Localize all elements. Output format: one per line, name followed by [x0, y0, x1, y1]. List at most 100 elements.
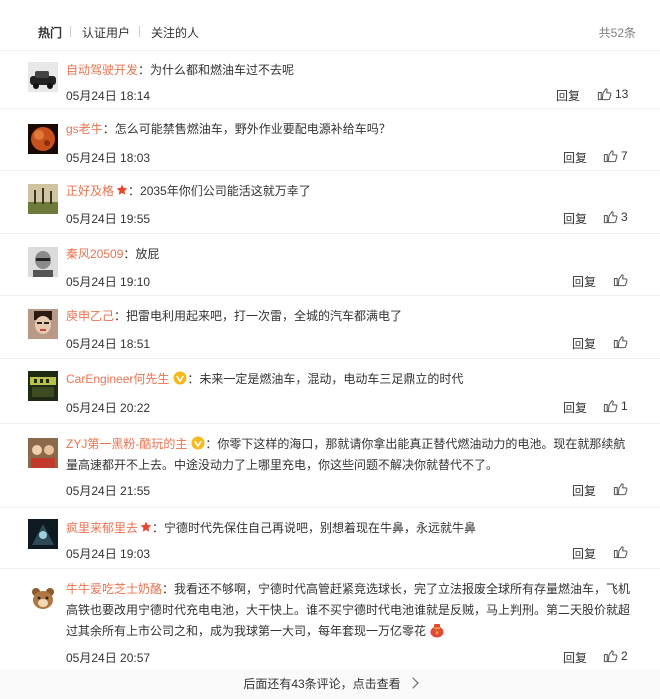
reply-button[interactable]: 回复	[563, 399, 587, 416]
like-count: 2	[621, 648, 628, 663]
tab-divider	[70, 26, 71, 37]
comment-time: 05月24日 19:03	[66, 547, 151, 561]
like-button[interactable]: 1	[603, 398, 628, 413]
comment-text: 2035年你们公司能活这就万幸了	[140, 184, 311, 198]
username[interactable]: 自动驾驶开发	[66, 63, 138, 77]
like-button[interactable]: 2	[603, 648, 628, 663]
like-count: 13	[615, 86, 629, 101]
comment-body: 疯里来郁里去 ：宁德时代先保住自己再说吧，别想着现在牛鼻，永远就牛鼻	[66, 518, 634, 539]
comment-body: 牛牛爱吃芝士奶酪：我看还不够啊，宁德时代高管赶紧竞选球长，完了立法报废全球所有存…	[66, 579, 634, 642]
username[interactable]: gs老牛	[66, 122, 103, 136]
comment-text: 放屁	[135, 247, 160, 261]
load-more-comments-button[interactable]: 后面还有43条评论，点击查看	[0, 670, 660, 699]
colon: ：	[123, 247, 136, 261]
like-button[interactable]: 13	[597, 86, 628, 101]
comment-text: 为什么都和燃油车过不去呢	[150, 63, 295, 77]
reply-button[interactable]: 回复	[572, 273, 596, 290]
thumbs-up-icon	[603, 400, 618, 413]
svg-text:¥: ¥	[435, 630, 439, 637]
like-count: 7	[621, 148, 628, 163]
comment-time: 05月24日 19:55	[66, 212, 151, 226]
comment-item: 庾申乙己：把雷电利用起来吧，打一次雷，全城的汽车都满电了 05月24日 18:5…	[0, 296, 660, 359]
reply-button[interactable]: 回复	[556, 87, 580, 104]
comment-list: 自动驾驶开发：为什么都和燃油车过不去呢 05月24日 18:14 回复 13 g…	[0, 50, 660, 674]
thumbs-up-icon	[603, 650, 618, 663]
username[interactable]: 秦风20509	[66, 247, 123, 261]
avatar[interactable]	[28, 124, 58, 154]
like-button[interactable]: 7	[603, 148, 628, 163]
load-more-label: 后面还有43条评论，点击查看	[243, 677, 401, 691]
thumbs-up-icon	[613, 483, 628, 496]
chevron-right-icon	[407, 677, 419, 689]
star-badge-icon	[140, 521, 152, 532]
reply-button[interactable]: 回复	[563, 149, 587, 166]
username[interactable]: CarEngineer何先生	[66, 372, 169, 386]
avatar[interactable]	[28, 371, 58, 401]
avatar[interactable]	[28, 62, 58, 92]
comment-time: 05月24日 20:57	[66, 651, 151, 665]
like-button[interactable]	[613, 334, 631, 349]
reply-button[interactable]: 回复	[572, 482, 596, 499]
like-button[interactable]	[613, 544, 631, 559]
comment-item: 牛牛爱吃芝士奶酪：我看还不够啊，宁德时代高管赶紧竞选球长，完了立法报废全球所有存…	[0, 569, 660, 674]
thumbs-up-icon	[597, 88, 612, 101]
avatar[interactable]	[28, 438, 58, 468]
comment-total: 共52条	[598, 26, 636, 40]
comment-item: 秦风20509：放屁 05月24日 19:10 回复	[0, 234, 660, 296]
comment-item: 正好及格 ：2035年你们公司能活这就万幸了 05月24日 19:55 回复 3	[0, 171, 660, 234]
star-badge-icon	[116, 184, 128, 195]
tab-hot[interactable]: 热门	[38, 24, 62, 41]
verified-badge-icon	[173, 371, 187, 385]
colon: ：	[205, 437, 218, 451]
comment-time: 05月24日 18:51	[66, 337, 151, 351]
reply-button[interactable]: 回复	[572, 335, 596, 352]
colon: ：	[138, 63, 151, 77]
comment-body: ZYJ第一黑粉-酷玩的主 ：你零下这样的海口，那就请你拿出能真正替代燃油动力的电池…	[66, 434, 634, 476]
comment-time: 05月24日 18:03	[66, 151, 151, 165]
comment-text: 宁德时代先保住自己再说吧，别想着现在牛鼻，永远就牛鼻	[164, 521, 477, 535]
thumbs-up-icon	[613, 546, 628, 559]
thumbs-up-icon	[603, 150, 618, 163]
colon: ：	[128, 184, 141, 198]
username[interactable]: 疯里来郁里去	[66, 521, 138, 535]
reply-button[interactable]: 回复	[563, 649, 587, 666]
colon: ：	[187, 372, 200, 386]
colon: ：	[162, 582, 175, 596]
comment-body: gs老牛：怎么可能禁售燃油车，野外作业要配电源补给车吗？	[66, 119, 634, 140]
comment-time: 05月24日 20:22	[66, 401, 151, 415]
comment-body: 庾申乙己：把雷电利用起来吧，打一次雷，全城的汽车都满电了	[66, 306, 634, 327]
like-count: 1	[621, 398, 628, 413]
reply-button[interactable]: 回复	[572, 545, 596, 562]
comment-text: 怎么可能禁售燃油车，野外作业要配电源补给车吗？	[114, 122, 391, 136]
like-button[interactable]: 3	[603, 209, 628, 224]
comment-text: 未来一定是燃油车，混动，电动车三足鼎立的时代	[199, 372, 464, 386]
comment-item: 自动驾驶开发：为什么都和燃油车过不去呢 05月24日 18:14 回复 13	[0, 50, 660, 109]
avatar[interactable]	[28, 184, 58, 214]
colon: ：	[102, 122, 115, 136]
colon: ：	[114, 309, 127, 323]
avatar[interactable]	[28, 247, 58, 277]
username[interactable]: 正好及格	[66, 184, 114, 198]
tab-divider	[139, 26, 140, 37]
avatar[interactable]	[28, 583, 58, 613]
avatar[interactable]	[28, 309, 58, 339]
money-bag-emoji-icon: ¥	[430, 624, 444, 638]
tab-verified[interactable]: 认证用户	[82, 24, 130, 41]
like-button[interactable]	[613, 272, 631, 287]
username[interactable]: ZYJ第一黑粉-酷玩的主	[66, 437, 187, 451]
comment-body: 秦风20509：放屁	[66, 244, 634, 265]
reply-button[interactable]: 回复	[563, 210, 587, 227]
thumbs-up-icon	[603, 211, 618, 224]
comment-tabs: 热门 认证用户 关注的人 共52条	[0, 0, 660, 51]
comment-panel: 热门 认证用户 关注的人 共52条 自动驾驶开发：为什么都和燃油车过不去呢 05…	[0, 0, 660, 699]
username[interactable]: 庾申乙己	[66, 309, 114, 323]
avatar[interactable]	[28, 519, 58, 549]
comment-item: gs老牛：怎么可能禁售燃油车，野外作业要配电源补给车吗？ 05月24日 18:0…	[0, 109, 660, 171]
tab-following[interactable]: 关注的人	[151, 24, 199, 41]
comment-time: 05月24日 21:55	[66, 484, 151, 498]
comment-item: CarEngineer何先生 ：未来一定是燃油车，混动，电动车三足鼎立的时代 05…	[0, 359, 660, 424]
like-button[interactable]	[613, 481, 631, 496]
username[interactable]: 牛牛爱吃芝士奶酪	[66, 582, 162, 596]
comment-time: 05月24日 19:10	[66, 275, 151, 289]
comment-body: 正好及格 ：2035年你们公司能活这就万幸了	[66, 181, 634, 202]
